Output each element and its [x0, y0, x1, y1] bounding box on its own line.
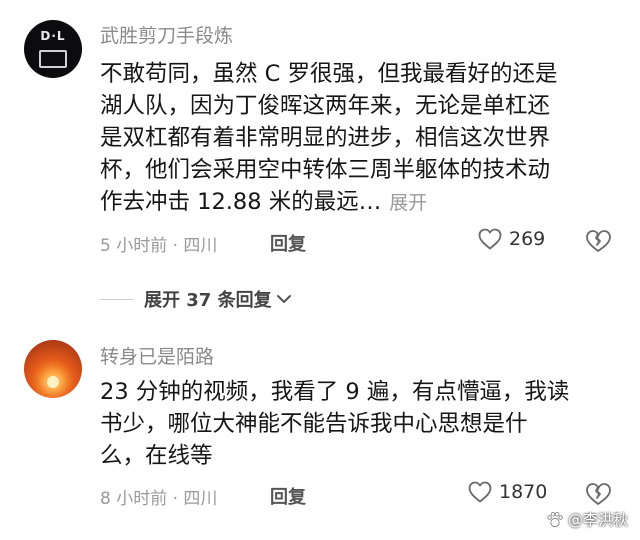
- comment-line: 不敢苟同，虽然 C 罗很强，但我最看好的还是: [100, 61, 558, 87]
- comment-line: 么，在线等: [100, 443, 213, 469]
- like-button[interactable]: 1870: [468, 481, 547, 503]
- like-button[interactable]: 269: [478, 228, 545, 250]
- expand-link[interactable]: 展开: [389, 192, 427, 214]
- watermark-text: @李洪秋: [567, 511, 628, 529]
- comment-line: 作去冲击 12.88 米的最远…: [100, 189, 382, 215]
- divider: [100, 298, 134, 300]
- comment-line: 杯，他们会采用空中转体三周半躯体的技术动: [100, 157, 551, 183]
- heart-outline-icon: [478, 228, 502, 250]
- expand-replies-button[interactable]: 展开 37 条回复: [100, 286, 292, 312]
- heart-outline-icon: [468, 481, 492, 503]
- comment-line: 是双杠都有着非常明显的进步，相信这次世界: [100, 125, 551, 151]
- expand-replies-label: 展开 37 条回复: [144, 290, 272, 311]
- broken-heart-icon[interactable]: [585, 482, 611, 506]
- like-count: 269: [509, 228, 546, 250]
- watermark: @李洪秋: [546, 509, 628, 530]
- avatar[interactable]: [24, 340, 82, 398]
- username[interactable]: 转身已是陌路: [100, 342, 214, 369]
- comment-line: 湖人队，因为丁俊晖这两年来，无论是单杠还: [100, 93, 551, 119]
- comment-line: 23 分钟的视频，我看了 9 遍，有点懵逼，我读: [100, 379, 570, 405]
- like-count: 1870: [499, 481, 548, 503]
- comment-text: 不敢苟同，虽然 C 罗很强，但我最看好的还是 湖人队，因为丁俊晖这两年来，无论是…: [100, 58, 620, 219]
- comment-line: 书少，哪位大神能不能告诉我中心思想是什: [100, 411, 528, 437]
- comment-text: 23 分钟的视频，我看了 9 遍，有点懵逼，我读 书少，哪位大神能不能告诉我中心…: [100, 376, 620, 472]
- comment-meta: 5 小时前 · 四川: [100, 236, 218, 256]
- chevron-down-icon: [276, 295, 291, 303]
- reply-button[interactable]: 回复: [270, 230, 306, 256]
- reply-button[interactable]: 回复: [270, 483, 306, 509]
- username[interactable]: 武胜剪刀手段炼: [100, 21, 233, 48]
- paw-logo-icon: [547, 511, 563, 527]
- avatar[interactable]: D·L: [24, 20, 82, 78]
- avatar-text: D·L: [40, 29, 66, 43]
- broken-heart-icon[interactable]: [585, 229, 611, 253]
- comment-meta: 8 小时前 · 四川: [100, 489, 218, 509]
